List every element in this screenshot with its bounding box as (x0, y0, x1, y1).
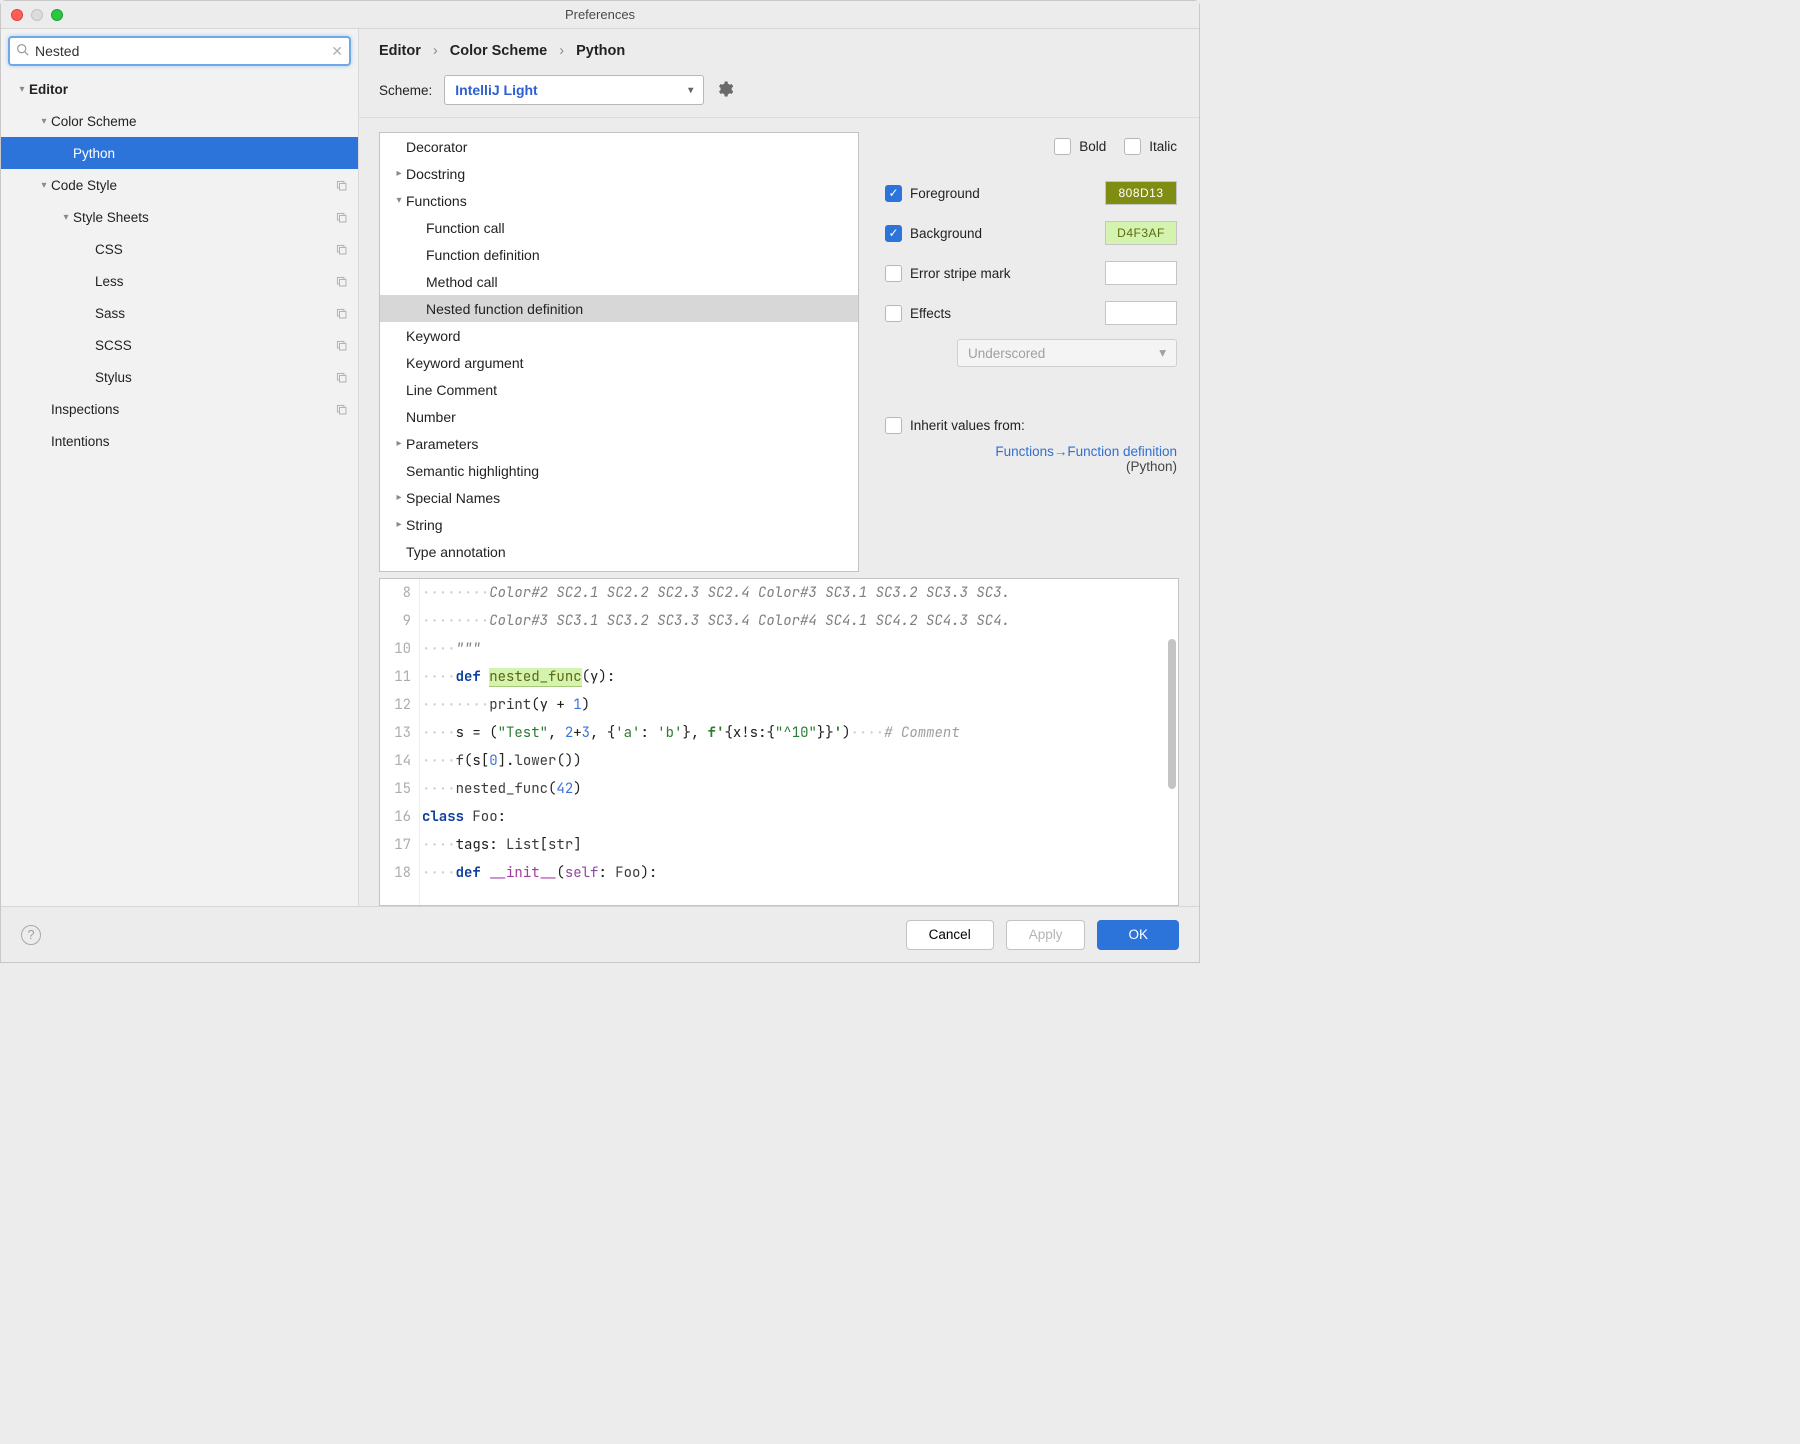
category-item[interactable]: ▾Functions (380, 187, 858, 214)
category-item[interactable]: ▸Docstring (380, 160, 858, 187)
crumb-colorscheme[interactable]: Color Scheme (450, 43, 548, 59)
footer: ? Cancel Apply OK (1, 906, 1199, 962)
category-item[interactable]: ▸String (380, 511, 858, 538)
category-item[interactable]: Line Comment (380, 376, 858, 403)
body: ✕ ▾Editor▾Color SchemePython▾Code Style▾… (1, 29, 1199, 906)
scheme-select[interactable]: IntelliJ Light ▾ (444, 75, 704, 105)
chevron-down-icon: ▾ (1159, 345, 1166, 361)
tree-item[interactable]: Less (1, 265, 358, 297)
italic-check[interactable]: Italic (1124, 138, 1177, 155)
tree-item[interactable]: Python (1, 137, 358, 169)
category-item[interactable]: Nested function definition (380, 295, 858, 322)
category-item[interactable]: Number (380, 403, 858, 430)
code-area: ········Color#2 SC2.1 SC2.2 SC2.3 SC2.4 … (420, 579, 1178, 905)
background-swatch[interactable]: D4F3AF (1105, 221, 1177, 245)
settings-tree[interactable]: ▾Editor▾Color SchemePython▾Code Style▾St… (1, 73, 358, 906)
separate-settings-icon (335, 307, 348, 320)
tree-item[interactable]: SCSS (1, 329, 358, 361)
scheme-label: Scheme: (379, 83, 432, 98)
content: Editor › Color Scheme › Python Scheme: I… (359, 29, 1199, 906)
category-item[interactable]: Method call (380, 268, 858, 295)
category-item[interactable]: Keyword (380, 322, 858, 349)
category-item[interactable]: ▸Special Names (380, 484, 858, 511)
separate-settings-icon (335, 403, 348, 416)
preferences-window: Preferences ✕ ▾Editor▾Color SchemePython… (0, 0, 1200, 963)
effects-check[interactable]: Effects (885, 305, 951, 322)
inherit-suffix: (Python) (885, 459, 1177, 474)
separate-settings-icon (335, 275, 348, 288)
search-icon (16, 43, 29, 59)
category-item[interactable]: Keyword argument (380, 349, 858, 376)
scheme-value: IntelliJ Light (455, 82, 537, 98)
sidebar: ✕ ▾Editor▾Color SchemePython▾Code Style▾… (1, 29, 359, 906)
tree-item[interactable]: Sass (1, 297, 358, 329)
search-field[interactable] (35, 43, 325, 59)
main-area: Decorator▸Docstring▾FunctionsFunction ca… (359, 118, 1199, 906)
background-check[interactable]: ✓Background (885, 225, 982, 242)
chevron-right-icon: › (559, 43, 564, 59)
errorstripe-check[interactable]: Error stripe mark (885, 265, 1011, 282)
tree-item[interactable]: ▾Style Sheets (1, 201, 358, 233)
tree-item[interactable]: Stylus (1, 361, 358, 393)
breadcrumb: Editor › Color Scheme › Python (359, 29, 1199, 69)
category-item[interactable]: Function definition (380, 241, 858, 268)
tree-item[interactable]: ▾Code Style (1, 169, 358, 201)
category-item[interactable]: Decorator (380, 133, 858, 160)
foreground-check[interactable]: ✓Foreground (885, 185, 980, 202)
apply-button[interactable]: Apply (1006, 920, 1086, 950)
chevron-down-icon: ▾ (688, 85, 693, 96)
tree-item[interactable]: Intentions (1, 425, 358, 457)
category-item[interactable]: Function call (380, 214, 858, 241)
foreground-swatch[interactable]: 808D13 (1105, 181, 1177, 205)
window-title: Preferences (1, 7, 1199, 22)
cancel-button[interactable]: Cancel (906, 920, 994, 950)
clear-icon[interactable]: ✕ (331, 43, 343, 60)
category-item[interactable]: Type annotation (380, 538, 858, 565)
scrollbar[interactable] (1168, 639, 1176, 789)
category-item[interactable]: ▸Parameters (380, 430, 858, 457)
inherit-link[interactable]: Functions→Function definition (995, 444, 1177, 459)
separate-settings-icon (335, 243, 348, 256)
upper-row: Decorator▸Docstring▾FunctionsFunction ca… (379, 132, 1179, 572)
tree-item[interactable]: ▾Color Scheme (1, 105, 358, 137)
effects-swatch[interactable] (1105, 301, 1177, 325)
separate-settings-icon (335, 179, 348, 192)
effects-select[interactable]: Underscored ▾ (957, 339, 1177, 367)
properties-panel: Bold Italic ✓Foreground 808D13 ✓Backgrou… (883, 132, 1179, 572)
help-icon[interactable]: ? (21, 925, 41, 945)
crumb-editor[interactable]: Editor (379, 43, 421, 59)
scheme-row: Scheme: IntelliJ Light ▾ (359, 69, 1199, 118)
code-preview[interactable]: 89101112131415161718 ········Color#2 SC2… (379, 578, 1179, 906)
tree-item[interactable]: ▾Editor (1, 73, 358, 105)
gear-icon[interactable] (716, 80, 734, 101)
separate-settings-icon (335, 211, 348, 224)
separate-settings-icon (335, 339, 348, 352)
errorstripe-swatch[interactable] (1105, 261, 1177, 285)
crumb-python[interactable]: Python (576, 43, 625, 59)
titlebar: Preferences (1, 1, 1199, 29)
category-item[interactable]: Semantic highlighting (380, 457, 858, 484)
ok-button[interactable]: OK (1097, 920, 1179, 950)
tree-item[interactable]: CSS (1, 233, 358, 265)
category-list[interactable]: Decorator▸Docstring▾FunctionsFunction ca… (379, 132, 859, 572)
chevron-right-icon: › (433, 43, 438, 59)
search-input[interactable]: ✕ (8, 36, 351, 66)
inherit-check[interactable]: Inherit values from: (885, 417, 1177, 434)
gutter: 89101112131415161718 (380, 579, 420, 905)
bold-check[interactable]: Bold (1054, 138, 1106, 155)
separate-settings-icon (335, 371, 348, 384)
tree-item[interactable]: Inspections (1, 393, 358, 425)
